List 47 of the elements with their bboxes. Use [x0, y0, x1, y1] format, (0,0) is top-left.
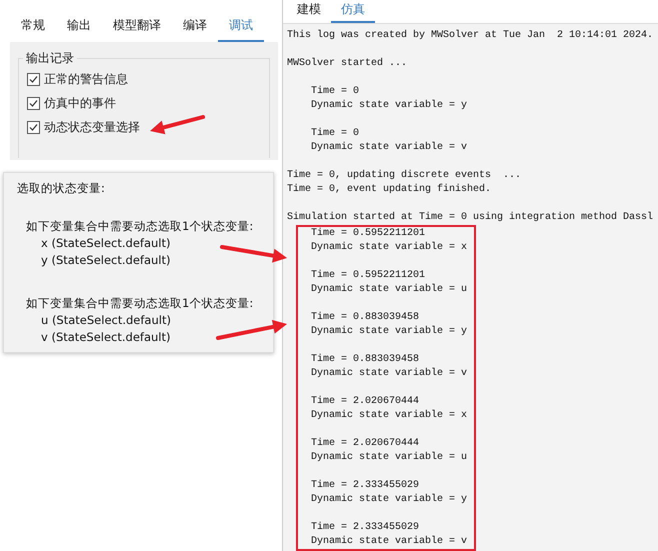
log-line: MWSolver started ...: [287, 57, 408, 71]
annotation-arrow: [220, 245, 287, 263]
settings-tab[interactable]: 编译: [172, 14, 218, 42]
log-line: Time = 2.333455029: [311, 521, 420, 535]
log-line: Dynamic state variable = v: [311, 141, 468, 155]
state-variable-text: x (StateSelect.default): [40, 235, 172, 252]
log-line: Time = 0.5952211201: [311, 227, 426, 241]
message-heading: 如下变量集合中需要动态选取1个状态变量:: [26, 218, 254, 235]
annotation-arrow: [150, 115, 205, 134]
log-line: Time = 0, updating discrete events ...: [287, 169, 522, 183]
state-variable-text: v (StateSelect.default): [40, 329, 172, 346]
checkbox-label: 仿真中的事件: [44, 95, 116, 112]
log-line: Time = 0: [311, 85, 360, 99]
log-line: Dynamic state variable = v: [311, 535, 468, 549]
state-variable-text: u (StateSelect.default): [40, 312, 172, 329]
panel-tab[interactable]: 建模: [287, 0, 331, 23]
log-line: Dynamic state variable = u: [311, 283, 468, 297]
checkbox[interactable]: [27, 121, 40, 134]
log-line: Time = 0.883039458: [311, 353, 420, 367]
log-line: Dynamic state variable = x: [311, 241, 468, 255]
log-line: Dynamic state variable = u: [311, 451, 468, 465]
log-line: Time = 0.5952211201: [311, 269, 426, 283]
message-title: 选取的状态变量:: [17, 181, 106, 196]
state-variable-text: y (StateSelect.default): [40, 252, 172, 269]
log-line: Time = 2.333455029: [311, 479, 420, 493]
log-line: Time = 0: [311, 127, 360, 141]
group-title: 输出记录: [23, 50, 77, 67]
checkbox[interactable]: [27, 73, 40, 86]
log-line: Time = 2.020670444: [311, 437, 420, 451]
settings-tab[interactable]: 模型翻译: [102, 14, 172, 42]
log-line: Time = 0, event updating finished.: [287, 183, 492, 197]
checkbox-label: 动态状态变量选择: [44, 119, 140, 136]
log-line: Dynamic state variable = y: [311, 493, 468, 507]
log-line: Dynamic state variable = y: [311, 99, 468, 113]
log-line: Time = 2.020670444: [311, 395, 420, 409]
log-line: Dynamic state variable = x: [311, 409, 468, 423]
checkbox[interactable]: [27, 97, 40, 110]
checkbox-label: 正常的警告信息: [44, 71, 128, 88]
log-line: This log was created by MWSolver at Tue Jan 2 10:14:01 2024.: [287, 29, 654, 43]
log-line: Simulation started at Time = 0 using integration method Dassl: [287, 211, 654, 225]
log-line: Dynamic state variable = y: [311, 325, 468, 339]
settings-tab[interactable]: 常规: [10, 14, 56, 42]
annotation-arrow: [216, 320, 287, 340]
settings-tab[interactable]: 输出: [56, 14, 102, 42]
log-line: Time = 0.883039458: [311, 311, 420, 325]
message-heading: 如下变量集合中需要动态选取1个状态变量:: [26, 295, 254, 312]
log-line: Dynamic state variable = v: [311, 367, 468, 381]
